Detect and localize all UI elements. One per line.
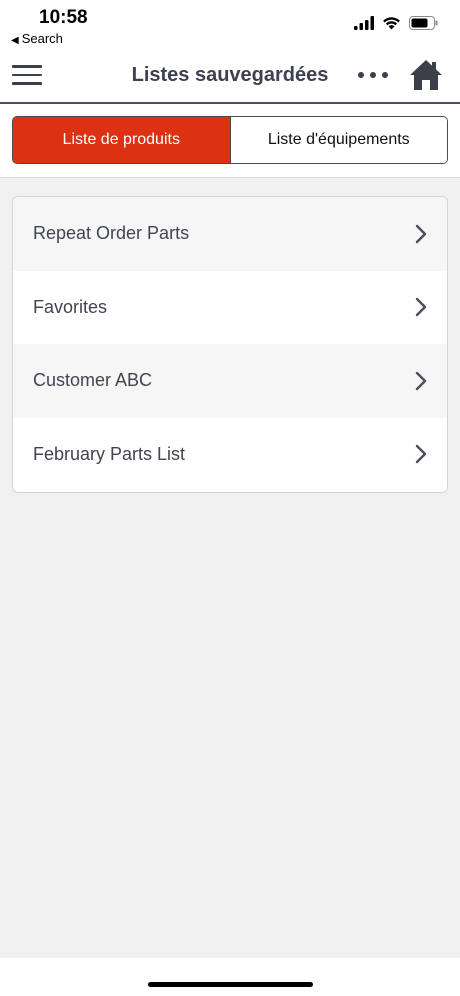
wifi-icon [383, 17, 400, 30]
chevron-right-icon [415, 371, 427, 390]
tab-product-list[interactable]: Liste de produits [13, 117, 230, 163]
page-title: Listes sauvegardées [131, 64, 329, 86]
list-item[interactable]: Customer ABC [13, 344, 447, 418]
status-bar: 10:58 ◀ Search [0, 0, 460, 50]
battery-icon [409, 16, 438, 30]
saved-lists: Repeat Order Parts Favorites Customer AB… [12, 196, 448, 493]
chevron-right-icon [415, 445, 427, 464]
list-item[interactable]: February Parts List [13, 418, 447, 492]
chevron-right-icon [415, 224, 427, 243]
list-item[interactable]: Repeat Order Parts [13, 197, 447, 271]
list-item-label: Customer ABC [33, 370, 153, 391]
bottom-safe-area [0, 958, 460, 996]
list-item-label: February Parts List [33, 443, 186, 464]
home-indicator[interactable] [148, 982, 313, 987]
nav-bar: Listes sauvegardées [0, 50, 460, 104]
status-icons [354, 14, 438, 32]
tab-equipment-list[interactable]: Liste d'équipements [229, 117, 447, 163]
back-triangle-icon: ◀ [11, 35, 19, 46]
back-label: Search [21, 31, 63, 46]
signal-icon [354, 16, 374, 30]
list-item-label: Favorites [33, 296, 108, 317]
status-time: 10:58 [39, 7, 88, 28]
back-to-search[interactable]: ◀ Search [11, 31, 63, 46]
list-item[interactable]: Favorites [13, 271, 447, 345]
more-icon[interactable] [358, 72, 388, 78]
tab-area: Liste de produits Liste d'équipements [0, 104, 460, 178]
chevron-right-icon [415, 298, 427, 317]
list-type-segmented-control: Liste de produits Liste d'équipements [12, 116, 448, 164]
home-icon[interactable] [409, 59, 443, 91]
list-item-label: Repeat Order Parts [33, 223, 190, 244]
